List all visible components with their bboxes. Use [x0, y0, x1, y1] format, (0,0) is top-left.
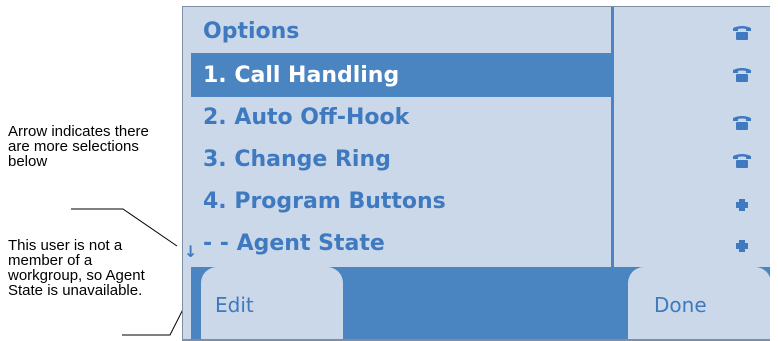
workgroup-annotation: This user is not a member of a workgroup…: [8, 237, 145, 299]
done-softkey-button[interactable]: Done: [628, 267, 770, 341]
button-key-icon: [735, 197, 749, 216]
menu-item-label: 4. Program Buttons: [203, 189, 446, 214]
menu-item-change-ring[interactable]: 3. Change Ring: [183, 137, 613, 179]
phone-icon: [731, 153, 753, 173]
phone-icon: [731, 25, 753, 45]
button-key-icon: [735, 238, 749, 257]
softkey-bar: Edit Done: [191, 267, 770, 341]
menu-title: Options: [203, 19, 300, 44]
menu-item-agent-state: - - Agent State: [183, 221, 613, 263]
menu-item-label: - - Agent State: [203, 231, 385, 256]
phone-display: Options 1. Call Handling 2. Auto Off-Hoo…: [182, 6, 770, 341]
menu-item-label: 1. Call Handling: [203, 63, 400, 88]
menu-item-label: 3. Change Ring: [203, 147, 391, 172]
menu-item-program-buttons[interactable]: 4. Program Buttons: [183, 179, 613, 221]
phone-icon: [731, 67, 753, 87]
menu-item-auto-off-hook[interactable]: 2. Auto Off-Hook: [183, 95, 613, 137]
menu-item-call-handling[interactable]: 1. Call Handling: [183, 53, 613, 95]
edit-softkey-button[interactable]: Edit: [201, 267, 343, 341]
phone-icon: [731, 115, 753, 135]
menu-item-label: 2. Auto Off-Hook: [203, 105, 410, 130]
arrow-annotation: Arrow indicates there are more selection…: [8, 123, 149, 170]
